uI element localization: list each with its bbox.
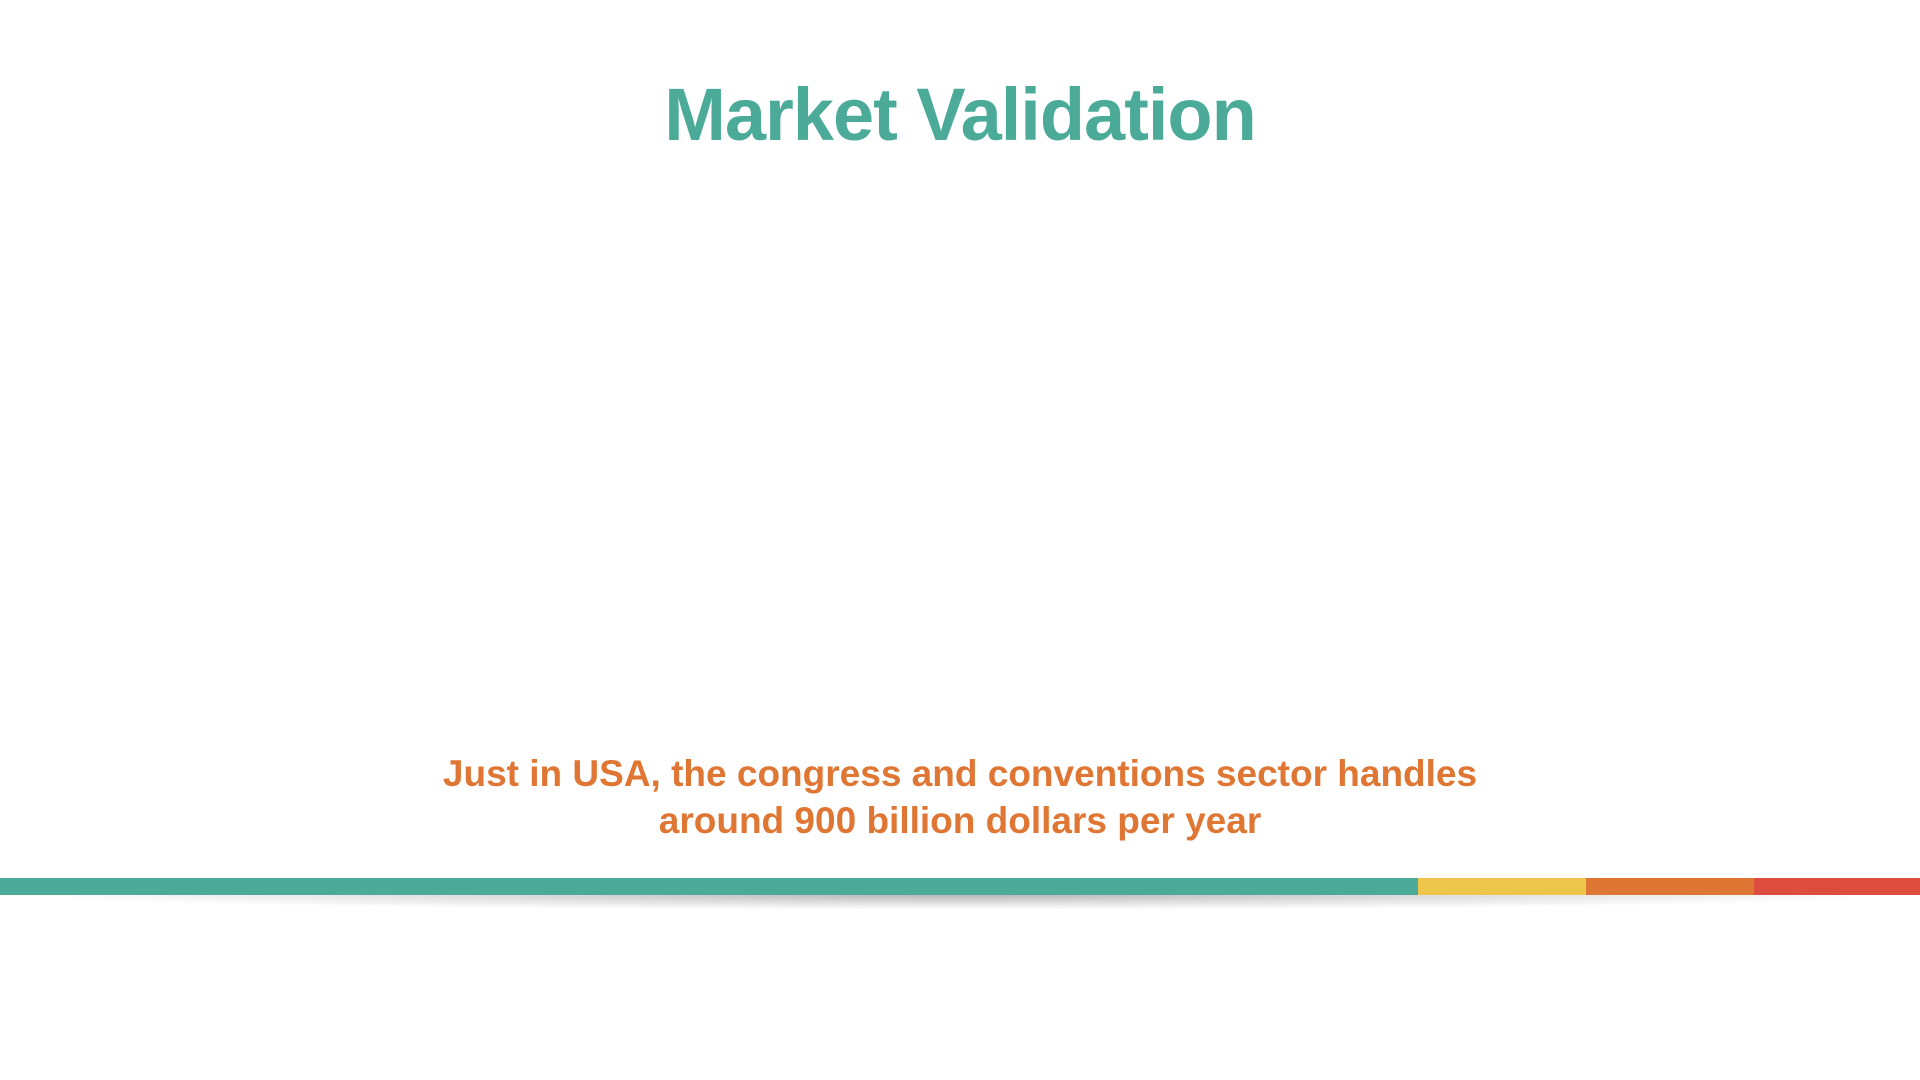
stripe-segment-red (1754, 878, 1920, 895)
slide-caption: Just in USA, the congress and convention… (0, 750, 1920, 844)
caption-line-2: around 900 billion dollars per year (658, 800, 1262, 841)
stripe-shadow (75, 895, 1845, 909)
footer-color-stripe (0, 878, 1920, 895)
slide: Market Validation Just in USA, the congr… (0, 0, 1920, 1080)
caption-line-1: Just in USA, the congress and convention… (442, 753, 1478, 794)
slide-title: Market Validation (664, 73, 1257, 156)
stripe-segment-teal (0, 878, 1418, 895)
stripe-segment-orange (1586, 878, 1754, 895)
stripe-segment-yellow (1418, 878, 1586, 895)
